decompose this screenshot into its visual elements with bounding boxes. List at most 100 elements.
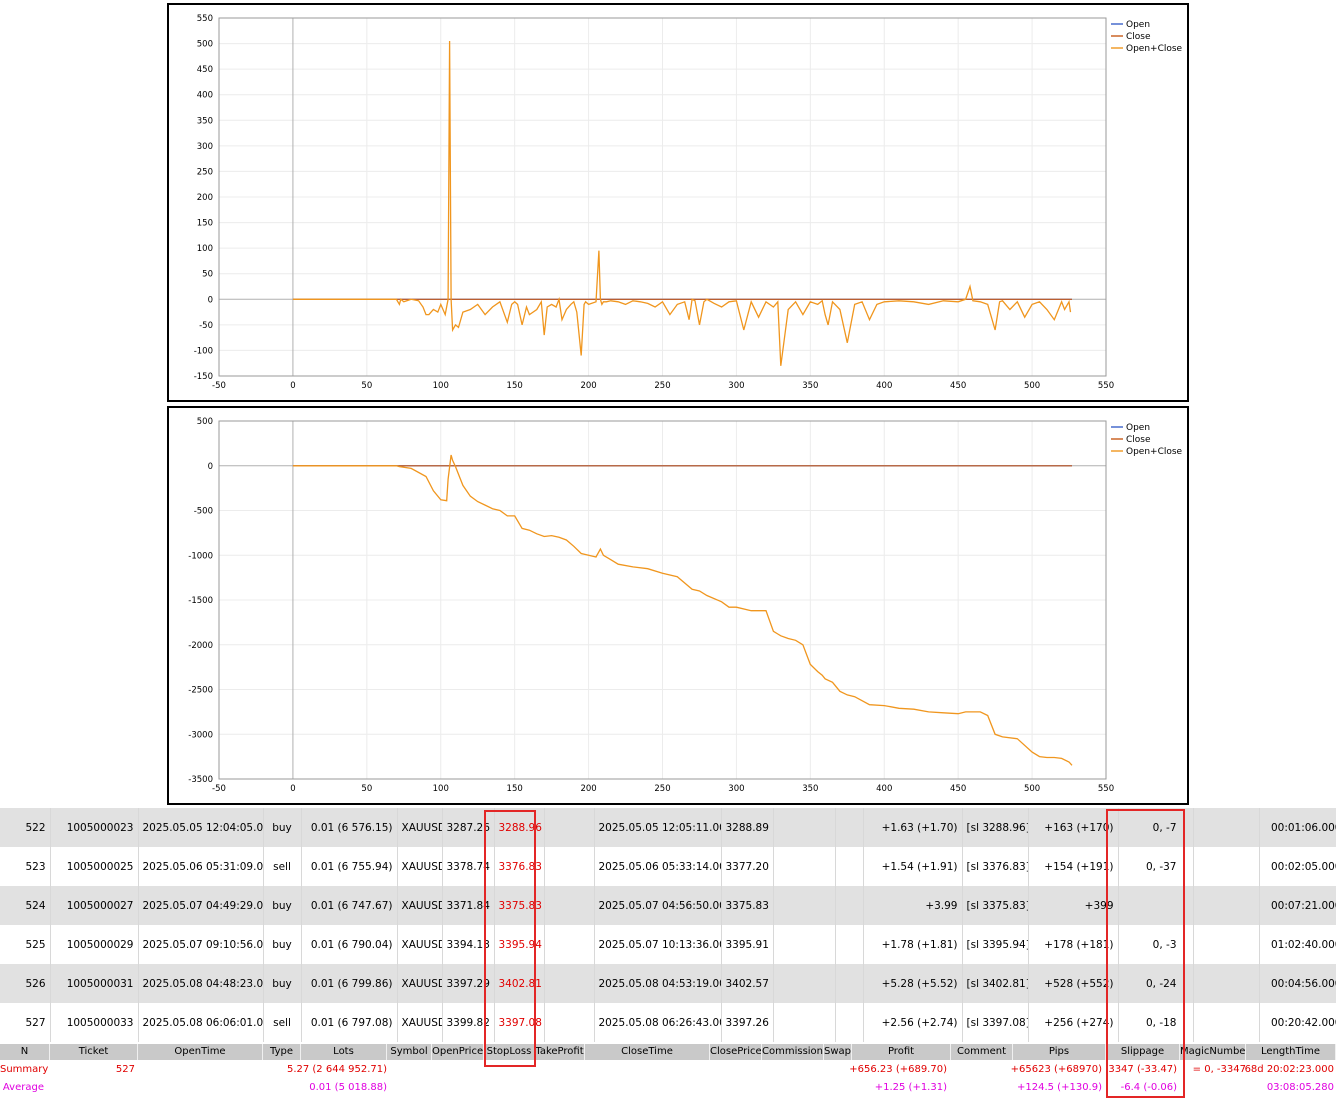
cell-ticket: 1005000029 xyxy=(50,925,139,964)
chart-1-ytick-label: 250 xyxy=(197,167,213,177)
cell-symbol: XAUUSD xyxy=(397,847,443,886)
chart-2-xtick-label: 150 xyxy=(507,784,523,794)
header-take-profit[interactable]: TakeProfit xyxy=(535,1044,585,1060)
cell-stop-loss: 3397.08 xyxy=(494,1003,545,1042)
header-comment[interactable]: Comment xyxy=(951,1044,1013,1060)
header-ticket[interactable]: Ticket xyxy=(50,1044,138,1060)
chart-2-xtick-label: 400 xyxy=(876,784,892,794)
cell-profit: +5.28 (+5.52) xyxy=(863,964,963,1003)
cell-length: 01:02:40.000 xyxy=(1259,925,1336,964)
chart-2-xtick-label: 0 xyxy=(290,784,295,794)
header-stop-loss[interactable]: StopLoss xyxy=(484,1044,535,1060)
cell-type: sell xyxy=(263,1003,302,1042)
cell-stop-loss: 3402.81 xyxy=(494,964,545,1003)
chart-1-xtick-label: 200 xyxy=(580,381,596,391)
header-open-price[interactable]: OpenPrice xyxy=(432,1044,484,1060)
cell-profit: +1.78 (+1.81) xyxy=(863,925,963,964)
cell-take-profit xyxy=(544,925,595,964)
cell-profit: +3.99 xyxy=(863,886,963,925)
chart-2-xtick-label: 500 xyxy=(1024,784,1040,794)
chart-2-legend-label: Open xyxy=(1126,423,1150,433)
header-symbol[interactable]: Symbol xyxy=(387,1044,432,1060)
cell-swap xyxy=(835,886,864,925)
cell-swap xyxy=(835,964,864,1003)
chart-1-legend-label: Open+Close xyxy=(1126,44,1183,54)
chart-2-ytick-label: 0 xyxy=(208,462,213,472)
cell-comment: [sl 3397.08] xyxy=(962,1003,1029,1042)
cell-comment: [sl 3375.83] xyxy=(962,886,1029,925)
chart-2-xtick-label: 550 xyxy=(1098,784,1114,794)
chart-2-ytick-label: -1500 xyxy=(188,596,213,606)
header-n[interactable]: N xyxy=(0,1044,50,1060)
chart-1: 550500450400350300250200150100500-50-100… xyxy=(194,14,1183,391)
header-pips[interactable]: Pips xyxy=(1013,1044,1106,1060)
cell-close-price: 3288.89 xyxy=(721,808,774,847)
cell-close-price: 3377.20 xyxy=(721,847,774,886)
cell-length: 00:07:21.000 xyxy=(1259,886,1336,925)
cell-slippage: 0, -18 xyxy=(1118,1003,1194,1042)
cell-stop-loss: 3375.83 xyxy=(494,886,545,925)
table-row[interactable]: 52610050000312025.05.08 04:48:23.000buy0… xyxy=(0,964,1336,1003)
cell-take-profit xyxy=(544,1003,595,1042)
cell-close-time: 2025.05.08 06:26:43.000 xyxy=(594,1003,722,1042)
table-row[interactable]: 52510050000292025.05.07 09:10:56.000buy0… xyxy=(0,925,1336,964)
cell-lots: 0.01 (6 797.08) xyxy=(301,1003,398,1042)
cell-open-price: 3397.29 xyxy=(442,964,495,1003)
cell-type: sell xyxy=(263,847,302,886)
summary-magic: = 0, -3347 xyxy=(1192,1064,1246,1075)
cell-length: 00:01:06.000 xyxy=(1259,808,1336,847)
cell-symbol: XAUUSD xyxy=(397,1003,443,1042)
average-pips: +124.5 (+130.9) xyxy=(1017,1082,1102,1093)
header-type[interactable]: Type xyxy=(263,1044,301,1060)
cell-profit: +1.54 (+1.91) xyxy=(863,847,963,886)
cell-comment: [sl 3376.83] xyxy=(962,847,1029,886)
cell-magic xyxy=(1193,847,1260,886)
cell-comment: [sl 3402.81] xyxy=(962,964,1029,1003)
header-commission[interactable]: Commission xyxy=(762,1044,824,1060)
table-row[interactable]: 52310050000252025.05.06 05:31:09.000sell… xyxy=(0,847,1336,886)
cell-take-profit xyxy=(544,808,595,847)
average-profit: +1.25 (+1.31) xyxy=(874,1082,947,1093)
chart-2-xtick-label: 250 xyxy=(654,784,670,794)
chart-1-xtick-label: 400 xyxy=(876,381,892,391)
cell-close-price: 3402.57 xyxy=(721,964,774,1003)
chart-1-ytick-label: 200 xyxy=(197,193,213,203)
summary-row: Summary 527 5.27 (2 644 952.71) +656.23 … xyxy=(0,1061,1336,1079)
chart-1-ytick-label: -50 xyxy=(199,321,213,331)
chart-2-ytick-label: -2500 xyxy=(188,686,213,696)
table-row[interactable]: 52710050000332025.05.08 06:06:01.000sell… xyxy=(0,1003,1336,1042)
cell-swap xyxy=(835,1003,864,1042)
header-length[interactable]: LengthTime xyxy=(1246,1044,1336,1060)
cell-lots: 0.01 (6 755.94) xyxy=(301,847,398,886)
chart-1-xtick-label: 100 xyxy=(433,381,449,391)
header-open-time[interactable]: OpenTime xyxy=(138,1044,263,1060)
cell-commission xyxy=(773,964,836,1003)
cell-pips: +399 xyxy=(1028,886,1119,925)
header-profit[interactable]: Profit xyxy=(852,1044,951,1060)
cell-ticket: 1005000031 xyxy=(50,964,139,1003)
summary-length: 68d 20:02:23.000 xyxy=(1244,1064,1334,1075)
cell-pips: +256 (+274) xyxy=(1028,1003,1119,1042)
average-label: Average xyxy=(2,1082,44,1093)
chart-2: 5000-500-1000-1500-2000-2500-3000-3500-5… xyxy=(188,417,1182,794)
chart-1-ytick-label: -150 xyxy=(194,372,213,382)
cell-lots: 0.01 (6 747.67) xyxy=(301,886,398,925)
cell-lots: 0.01 (6 790.04) xyxy=(301,925,398,964)
header-magic[interactable]: MagicNumber xyxy=(1180,1044,1246,1060)
cell-close-price: 3375.83 xyxy=(721,886,774,925)
cell-slippage: 0, -37 xyxy=(1118,847,1194,886)
table-row[interactable]: 52210050000232025.05.05 12:04:05.000buy0… xyxy=(0,808,1336,847)
cell-open-price: 3399.82 xyxy=(442,1003,495,1042)
chart-1-xtick-label: -50 xyxy=(212,381,226,391)
header-lots[interactable]: Lots xyxy=(301,1044,387,1060)
header-swap[interactable]: Swap xyxy=(824,1044,852,1060)
header-close-time[interactable]: CloseTime xyxy=(585,1044,710,1060)
chart-1-ytick-label: 100 xyxy=(197,244,213,254)
table-row[interactable]: 52410050000272025.05.07 04:49:29.000buy0… xyxy=(0,886,1336,925)
cell-open-price: 3378.74 xyxy=(442,847,495,886)
header-close-price[interactable]: ClosePrice xyxy=(710,1044,762,1060)
summary-count: 527 xyxy=(115,1064,135,1075)
cell-take-profit xyxy=(544,847,595,886)
header-slippage[interactable]: Slippage xyxy=(1106,1044,1180,1060)
cell-commission xyxy=(773,808,836,847)
